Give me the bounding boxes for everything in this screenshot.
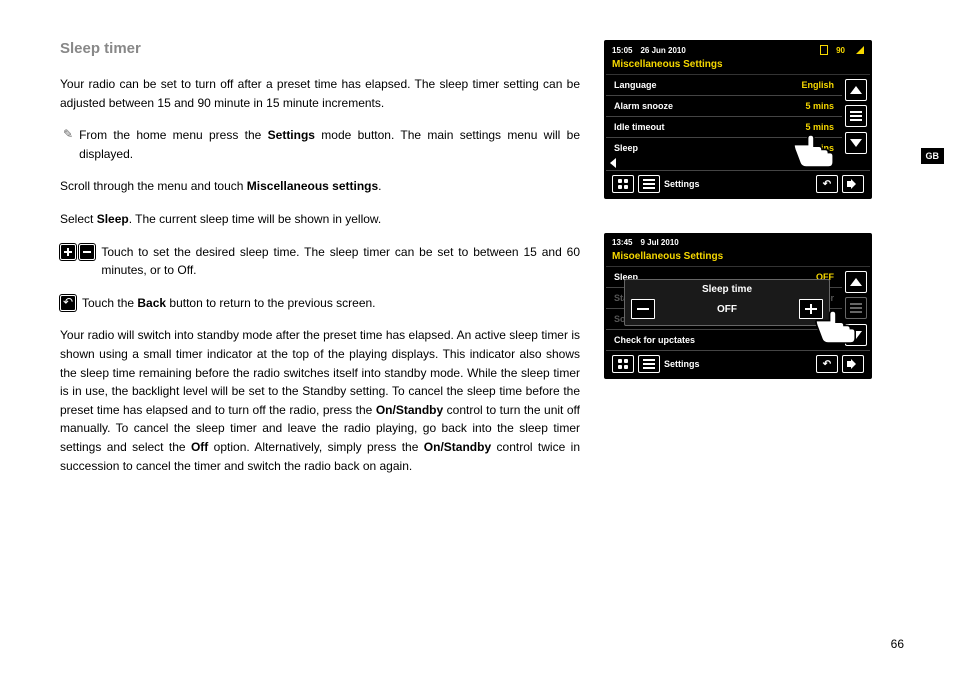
device-screenshot-2: 13:45 9 Jul 2010 Misoellaneous Settings … <box>604 233 872 379</box>
battery-level: 90 <box>836 46 845 55</box>
volume-button[interactable] <box>842 175 864 193</box>
screen-title: Miscellaneous Settings <box>606 57 870 75</box>
increase-button[interactable] <box>799 299 823 319</box>
menu-button[interactable] <box>638 355 660 373</box>
pen-icon: ✎ <box>60 126 73 141</box>
device-screenshot-1: 15:05 26 Jun 2010 90 Miscellaneous Setti… <box>604 40 872 199</box>
screen-title: Misoellaneous Settings <box>606 249 870 267</box>
step-set-sleep-time: Touch to set the desired sleep time. The… <box>101 243 580 280</box>
scroll-down-button[interactable] <box>845 324 867 346</box>
apps-button[interactable] <box>612 355 634 373</box>
page-number: 66 <box>891 637 904 651</box>
list-item[interactable]: LanguageEnglish <box>606 75 842 96</box>
standby-paragraph: Your radio will switch into standby mode… <box>60 326 580 475</box>
volume-button[interactable] <box>842 355 864 373</box>
list-item[interactable]: Alarm snooze5 mins <box>606 96 842 117</box>
plus-icon <box>60 244 76 260</box>
page-title: Sleep timer <box>60 40 580 57</box>
back-icon: ↶ <box>60 295 76 311</box>
minus-icon <box>79 244 95 260</box>
prev-icon[interactable] <box>610 158 616 168</box>
step-misc-settings: Scroll through the menu and touch Miscel… <box>60 177 580 196</box>
footer-label: Settings <box>664 359 700 369</box>
dialog-title: Sleep time <box>631 284 823 295</box>
list-item[interactable]: Check for upctates <box>606 330 842 350</box>
list-item[interactable]: Sleep90mins <box>606 138 842 158</box>
back-button[interactable]: ↶ <box>816 175 838 193</box>
language-tab: GB <box>921 148 945 164</box>
signal-icon <box>856 46 864 54</box>
scroll-down-button[interactable] <box>845 132 867 154</box>
step-select-sleep: Select Sleep. The current sleep time wil… <box>60 210 580 229</box>
sleep-time-value: OFF <box>717 304 737 315</box>
scroll-up-button[interactable] <box>845 79 867 101</box>
footer-label: Settings <box>664 179 700 189</box>
battery-icon <box>820 45 828 55</box>
intro-paragraph: Your radio can be set to turn off after … <box>60 75 580 112</box>
apps-button[interactable] <box>612 175 634 193</box>
status-time: 13:45 <box>612 238 632 247</box>
status-date: 9 Jul 2010 <box>640 238 678 247</box>
scroll-indicator[interactable] <box>845 297 867 319</box>
step-settings: From the home menu press the Settings mo… <box>79 126 580 163</box>
list-item[interactable]: Idle timeout5 mins <box>606 117 842 138</box>
status-date: 26 Jun 2010 <box>640 46 685 55</box>
status-time: 15:05 <box>612 46 632 55</box>
back-button[interactable]: ↶ <box>816 355 838 373</box>
step-back: Touch the Back button to return to the p… <box>82 294 580 313</box>
menu-button[interactable] <box>638 175 660 193</box>
scroll-up-button[interactable] <box>845 271 867 293</box>
main-text-column: Sleep timer Your radio can be set to tur… <box>60 40 580 489</box>
sleep-time-dialog: Sleep time OFF <box>624 279 830 326</box>
decrease-button[interactable] <box>631 299 655 319</box>
scroll-indicator[interactable] <box>845 105 867 127</box>
